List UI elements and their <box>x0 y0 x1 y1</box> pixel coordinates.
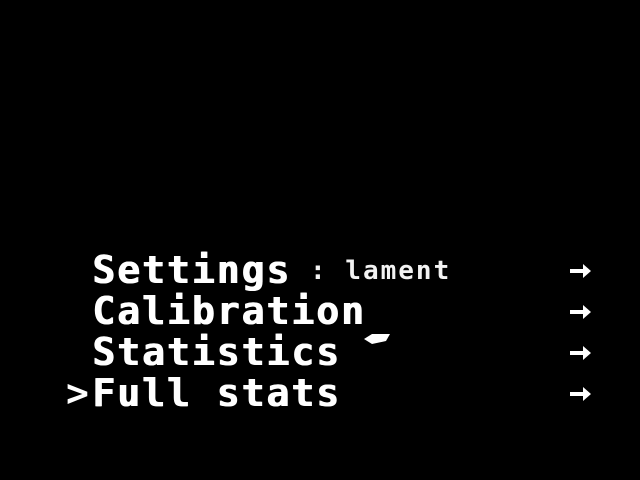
selection-cursor-icon: > <box>66 371 89 415</box>
menu-item-calibration[interactable]: Calibration <box>0 291 640 331</box>
menu-item-full-stats[interactable]: > Full stats <box>0 373 640 413</box>
menu-item-label: Full stats <box>92 371 341 415</box>
display-screen: Settings : lament Calibration Statistics <box>0 0 640 480</box>
arrow-right-icon <box>568 250 594 290</box>
settings-value: : lament <box>310 256 452 286</box>
arrow-right-icon <box>568 332 594 372</box>
menu-item-statistics[interactable]: Statistics <box>0 332 640 372</box>
menu-item-settings[interactable]: Settings : lament <box>0 250 640 290</box>
display-artifact <box>362 330 392 344</box>
menu-item-label: Settings <box>92 248 292 292</box>
arrow-right-icon <box>568 291 594 331</box>
arrow-right-icon <box>568 373 594 413</box>
menu-item-label: Statistics <box>92 330 341 374</box>
menu-item-label: Calibration <box>92 289 366 333</box>
